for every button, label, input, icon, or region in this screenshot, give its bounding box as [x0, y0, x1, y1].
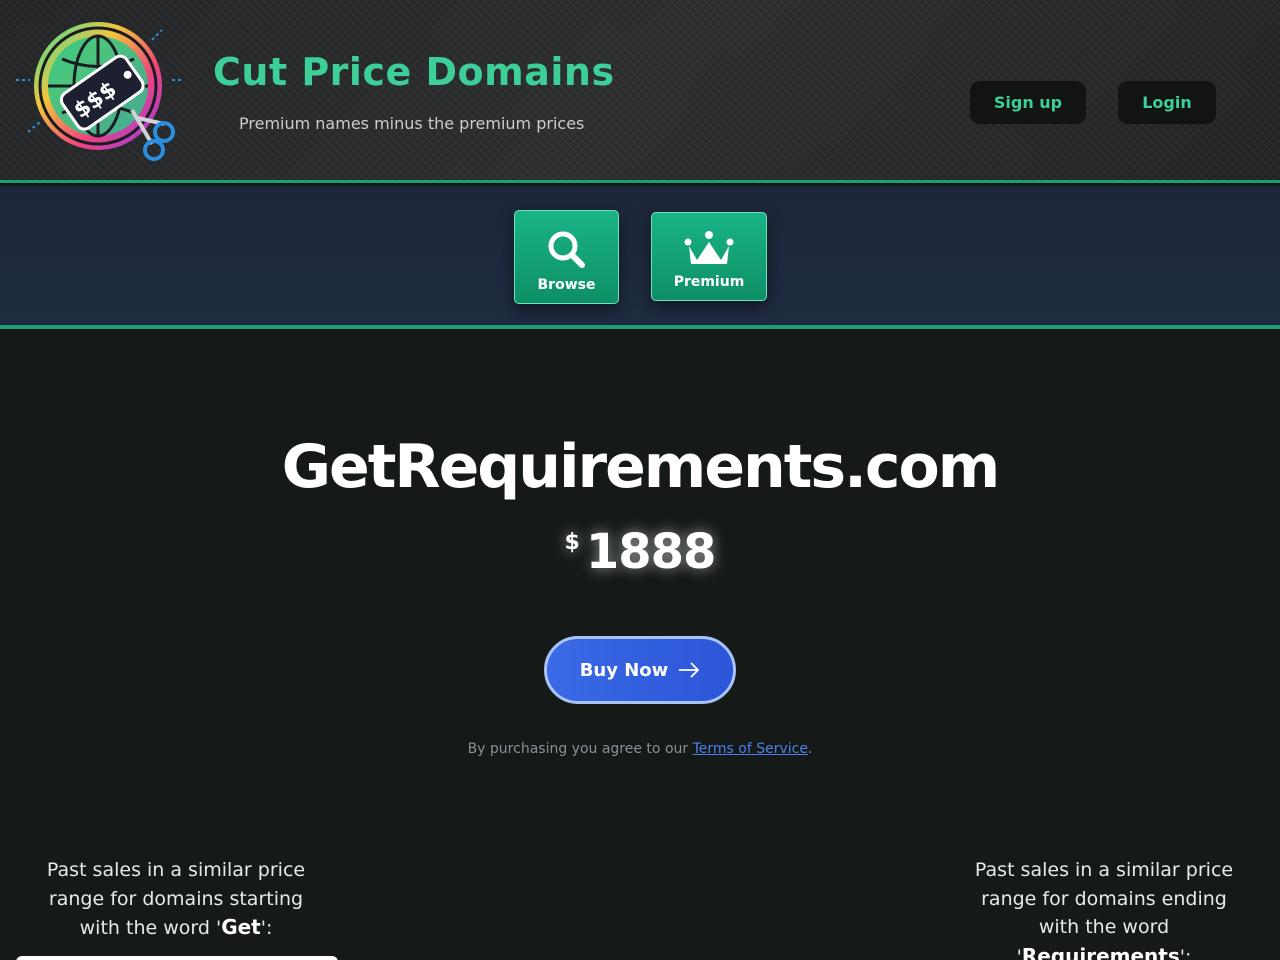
- terms-of-service-link[interactable]: Terms of Service: [693, 741, 808, 757]
- site-tagline: Premium names minus the premium prices: [239, 114, 585, 133]
- buy-now-label: Buy Now: [579, 659, 669, 681]
- site-title[interactable]: Cut Price Domains: [213, 50, 615, 94]
- arrow-right-icon: [679, 662, 700, 678]
- browse-button[interactable]: Browse: [514, 210, 619, 304]
- past-sales-left-end: ':: [260, 917, 273, 939]
- browse-label: Browse: [537, 277, 596, 293]
- nav-bar: Browse Premium: [0, 186, 1280, 329]
- premium-label: Premium: [673, 274, 745, 290]
- terms-prefix: By purchasing you agree to our: [467, 741, 693, 757]
- price-amount: 1888: [585, 524, 717, 580]
- premium-button[interactable]: Premium: [651, 212, 767, 301]
- past-sales-table: [16, 956, 338, 960]
- price-display: $1888: [0, 524, 1280, 580]
- terms-suffix: .: [807, 741, 813, 757]
- buy-now-button[interactable]: Buy Now: [544, 636, 736, 704]
- crown-icon: [684, 231, 734, 264]
- magnifier-icon: [548, 231, 585, 268]
- login-button[interactable]: Login: [1118, 81, 1216, 124]
- price-tag-globe-logo[interactable]: $$$: [12, 14, 188, 170]
- currency-symbol: $: [564, 530, 580, 555]
- past-sales-right-end: ':: [1179, 945, 1192, 960]
- past-sales-starting-heading: Past sales in a similar price range for …: [46, 856, 306, 943]
- site-header: $$$ Cut Price Domains Premium names minu…: [0, 0, 1280, 183]
- past-sales-left-word: Get: [221, 915, 261, 939]
- terms-notice: By purchasing you agree to our Terms of …: [0, 741, 1280, 757]
- domain-name: GetRequirements.com: [281, 432, 1000, 502]
- past-sales-right-word: Requirements: [1021, 943, 1180, 960]
- signup-button[interactable]: Sign up: [970, 81, 1086, 124]
- past-sales-ending-heading: Past sales in a similar price range for …: [974, 856, 1234, 960]
